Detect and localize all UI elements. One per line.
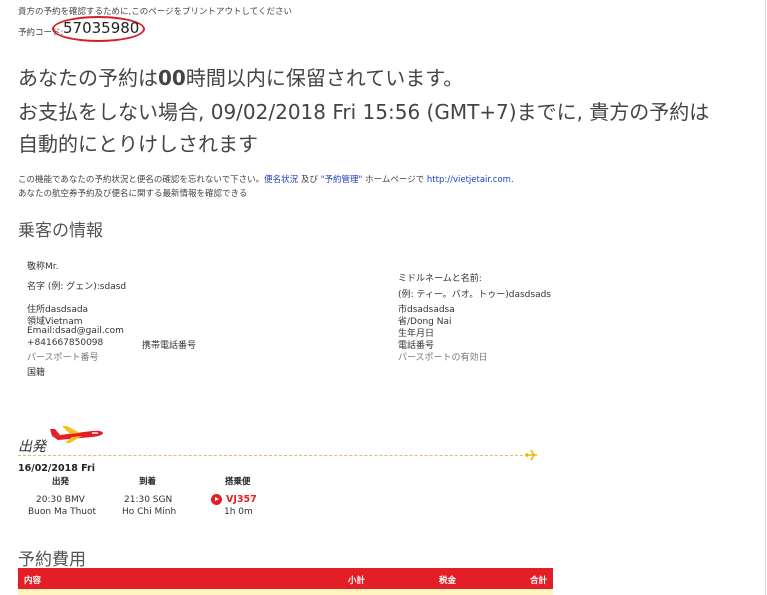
depart-column-header: 出発 xyxy=(52,477,70,487)
passenger-email: Email:dsad@gail.com xyxy=(27,326,124,336)
hold-notice-suffix: 時間以内に保留されています。 xyxy=(185,66,464,90)
small-plane-icon xyxy=(525,449,537,461)
vietjet-logo-icon xyxy=(211,494,222,505)
info-text-c: ホームページで xyxy=(362,175,427,185)
arrive-city: Ho Chi Minh xyxy=(122,507,177,517)
passenger-middle-last-name: (例: ティー。バオ。トゥー)dasdsads xyxy=(398,290,551,300)
departure-date: 16/02/2018 Fri xyxy=(18,463,95,474)
col-tax: 税金 xyxy=(439,576,457,586)
hold-notice-prefix: あなたの予約は xyxy=(18,66,158,90)
middle-last-name-label: ミドルネームと名前: xyxy=(398,274,482,284)
flight-number: VJ357 xyxy=(226,494,257,505)
hold-notice-line3: 自動的にとりけしされます xyxy=(18,132,258,156)
info-line2: あなたの航空券予約及び便名に関する最新情報を確認できる xyxy=(18,189,248,199)
info-line1: この機能であなたの予約状況と便名の確認を忘れないで下さい。便名状況 及び "予約… xyxy=(18,173,514,185)
col-total: 合計 xyxy=(530,576,548,586)
vietjet-url-link[interactable]: http://vietjetair.com xyxy=(427,175,511,185)
flight-duration: 1h 0m xyxy=(224,507,253,517)
passenger-phone: +841667850098 xyxy=(27,338,104,348)
passport-number-label: パースポート番号 xyxy=(27,353,99,363)
booking-code: 57035980 xyxy=(63,19,140,37)
info-text-b: 及び xyxy=(298,175,321,185)
passenger-title: 敬称Mr. xyxy=(27,262,59,272)
hold-hours: 00 xyxy=(158,66,186,90)
col-content: 内容 xyxy=(24,576,42,586)
hold-notice-line1: あなたの予約は00時間以内に保留されています。 xyxy=(18,62,463,91)
airplane-icon xyxy=(50,426,103,443)
flight-column-header: 搭乗便 xyxy=(225,477,251,487)
passenger-first-name: 名字 (例: グェン):sdasd xyxy=(27,282,127,292)
nationality-label: 国籍 xyxy=(27,368,46,378)
departure-label: 出発 xyxy=(18,439,46,455)
print-instruction: 貴方の予約を確認するために,このページをプリントアウトしてください xyxy=(18,7,293,17)
depart-time: 20:30 BMV xyxy=(36,495,85,505)
manage-booking-link[interactable]: "予約管理" xyxy=(321,175,363,185)
passport-expiry-label: パースポートの有効日 xyxy=(398,353,488,363)
info-text-a: この機能であなたの予約状況と便名の確認を忘れないで下さい。 xyxy=(18,175,265,185)
fees-section-title: 予約費用 xyxy=(18,550,86,570)
hold-notice-line2: お支払をしない場合, 09/02/2018 Fri 15:56 (GMT+7)ま… xyxy=(18,100,710,124)
fees-table-row xyxy=(18,589,553,595)
fees-table-header: 内容 小計 税金 合計 xyxy=(18,568,553,589)
flight-status-link[interactable]: 便名状況 xyxy=(264,175,298,185)
arrive-time: 21:30 SGN xyxy=(124,495,173,505)
passenger-section-title: 乗客の情報 xyxy=(18,221,103,241)
window-right-border xyxy=(765,0,766,595)
info-text-d: . xyxy=(510,175,514,185)
depart-city: Buon Ma Thuot xyxy=(28,507,97,517)
col-subtotal: 小計 xyxy=(348,576,366,586)
mobile-phone-label: 携帯電話番号 xyxy=(142,341,197,351)
route-dashed-line xyxy=(18,455,528,456)
arrive-column-header: 到着 xyxy=(139,477,157,487)
